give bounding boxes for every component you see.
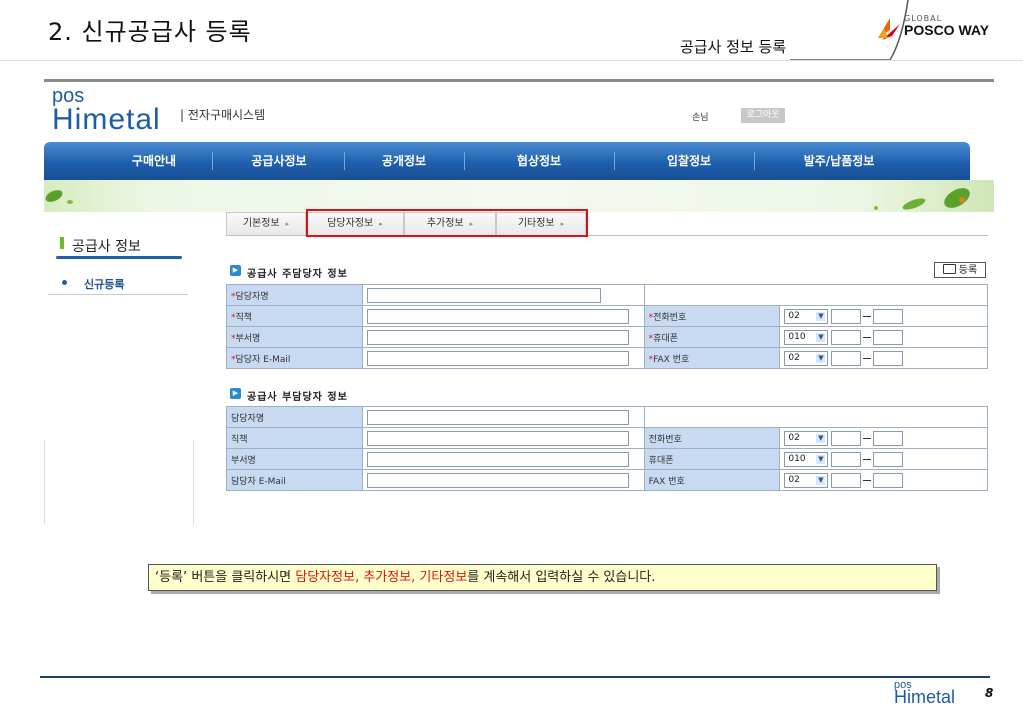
label-primary-dept: 부서명 — [235, 333, 261, 344]
secondary-phone-last-input[interactable] — [873, 430, 904, 446]
posco-way-logo: GLOBAL POSCO WAY — [876, 14, 1006, 44]
label-secondary-fax: FAX 번호 — [648, 476, 685, 487]
label-secondary-email: 담당자 E-Mail — [231, 476, 286, 487]
footer-divider — [40, 676, 990, 678]
secondary-fax-area-select[interactable]: 02 ▼ — [784, 472, 829, 488]
nav-bid-info[interactable]: 입찰정보 — [634, 142, 744, 180]
chevron-down-icon: ▼ — [816, 475, 826, 485]
primary-fax-mid-input[interactable] — [831, 350, 862, 366]
primary-fax-area-select[interactable]: 02 ▼ — [784, 350, 829, 366]
instruction-note: ‘등록’ 버튼을 클릭하시면 담당자정보, 추가정보, 기타정보를 계속해서 입… — [148, 564, 937, 591]
label-secondary-position: 직책 — [231, 434, 248, 445]
himetal-logo[interactable]: pos Himetal — [52, 86, 182, 142]
secondary-mobile-mid-input[interactable] — [831, 451, 862, 467]
primary-fax-last-input[interactable] — [873, 350, 904, 366]
primary-mobile-mid-input[interactable] — [831, 329, 862, 345]
label-primary-mobile: 휴대폰 — [653, 333, 679, 344]
nav-public-info[interactable]: 공개정보 — [354, 142, 454, 180]
primary-position-input[interactable] — [366, 308, 629, 324]
section-arrow-icon: ▶ — [230, 265, 241, 276]
sidebar-right-line — [193, 440, 194, 524]
leaf-decoration-right — [874, 188, 970, 210]
chevron-down-icon: ▼ — [816, 332, 826, 342]
logout-button[interactable]: 로그아웃 — [741, 108, 785, 123]
primary-phone-mid-input[interactable] — [831, 308, 862, 324]
label-secondary-name: 담당자명 — [231, 413, 265, 424]
secondary-mobile-last-input[interactable] — [873, 451, 904, 467]
primary-dept-input[interactable] — [366, 329, 629, 345]
leaf-decoration-left — [45, 190, 73, 204]
secondary-position-input[interactable] — [366, 430, 629, 446]
secondary-contact-form: 담당자명 직책 전화번호 02 ▼ 부서명 휴대폰 010 ▼ 담당자 E-Mail… — [226, 406, 989, 491]
nav-purchase-guide[interactable]: 구매안내 — [104, 142, 204, 180]
sidebar-title: 공급사 정보 — [72, 239, 141, 255]
tab-basic-info[interactable]: 기본정보 ▸ — [226, 212, 306, 236]
label-secondary-mobile: 휴대폰 — [648, 455, 674, 466]
secondary-mobile-prefix-select[interactable]: 010 ▼ — [784, 451, 829, 467]
primary-contact-form: *담당자명 *직책 *전화번호 02 ▼ *부서명 *휴대폰 010 ▼ *담당자 … — [226, 284, 989, 369]
chevron-down-icon: ▼ — [816, 311, 826, 321]
secondary-dept-input[interactable] — [366, 451, 629, 467]
chevron-down-icon: ▼ — [816, 454, 826, 464]
guest-label: 손님 — [692, 113, 709, 123]
secondary-fax-mid-input[interactable] — [831, 472, 862, 488]
label-primary-position: 직책 — [235, 312, 253, 323]
label-secondary-dept: 부서명 — [231, 455, 256, 466]
chevron-down-icon: ▼ — [816, 353, 826, 363]
primary-mobile-prefix-select[interactable]: 010 ▼ — [784, 329, 829, 345]
nav-negotiation-info[interactable]: 협상정보 — [484, 142, 594, 180]
primary-section-title: 공급사 주담당자 정보 — [247, 269, 348, 280]
secondary-fax-last-input[interactable] — [873, 472, 904, 488]
primary-name-input[interactable] — [366, 287, 601, 303]
posco-emblem-icon — [878, 18, 900, 40]
folder-icon — [942, 264, 956, 274]
slide-subtitle: 공급사 정보 등록 — [680, 38, 787, 56]
sidebar-item-new-registration[interactable]: 신규등록 — [84, 276, 124, 292]
label-secondary-phone: 전화번호 — [648, 434, 682, 445]
sidebar-title-underline — [56, 256, 182, 259]
label-primary-phone: 전화번호 — [653, 312, 687, 323]
chevron-down-icon: ▼ — [816, 433, 826, 443]
nav-order-delivery-info[interactable]: 발주/납품정보 — [774, 142, 904, 180]
green-banner — [44, 180, 994, 212]
page-number: 8 — [985, 686, 994, 700]
frame-left-line — [44, 440, 45, 524]
section-arrow-icon: ▶ — [230, 388, 241, 399]
primary-mobile-last-input[interactable] — [873, 329, 904, 345]
secondary-phone-mid-input[interactable] — [831, 430, 862, 446]
label-primary-email: 담당자 E-Mail — [235, 354, 291, 365]
register-button[interactable]: 등록 — [934, 262, 986, 278]
secondary-section-title: 공급사 부담당자 정보 — [247, 392, 348, 403]
slide-title: 2. 신규공급사 등록 — [48, 18, 252, 46]
sidebar-title-marker — [60, 237, 64, 249]
secondary-name-input[interactable] — [366, 409, 629, 425]
label-primary-fax: FAX 번호 — [653, 354, 690, 365]
secondary-phone-area-select[interactable]: 02 ▼ — [784, 430, 829, 446]
sidebar-bullet-icon — [62, 280, 67, 285]
primary-phone-area-select[interactable]: 02 ▼ — [784, 308, 829, 324]
header-divider — [0, 60, 1023, 61]
main-nav: 구매안내 공급사정보 공개정보 협상정보 입찰정보 발주/납품정보 — [44, 142, 970, 180]
secondary-email-input[interactable] — [366, 472, 629, 488]
system-name: | 전자구매시스템 — [180, 108, 266, 122]
highlight-box — [306, 209, 588, 237]
screen-frame-top — [44, 79, 994, 82]
primary-email-input[interactable] — [366, 350, 629, 366]
nav-supplier-info[interactable]: 공급사정보 — [224, 142, 334, 180]
primary-phone-last-input[interactable] — [873, 308, 904, 324]
label-primary-name: 담당자명 — [235, 291, 269, 302]
sidebar-divider — [48, 294, 188, 295]
